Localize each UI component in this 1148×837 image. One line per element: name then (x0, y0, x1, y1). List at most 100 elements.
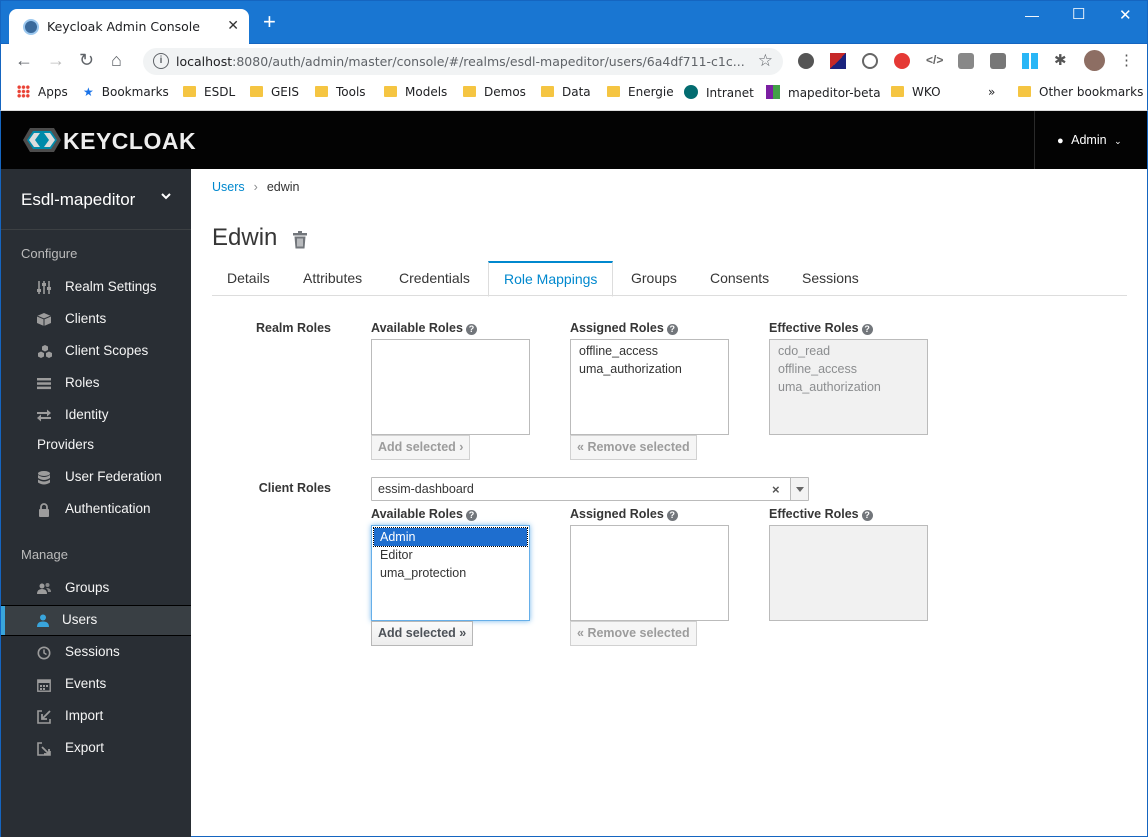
tab-details[interactable]: Details (212, 261, 285, 296)
sidebar-item-export[interactable]: Export (1, 733, 191, 764)
tab-groups[interactable]: Groups (616, 261, 692, 296)
user-menu[interactable]: ● Admin ⌄ (1034, 111, 1148, 169)
client-available-roles-list[interactable]: Admin Editor uma_protection (371, 525, 530, 621)
bookmark-tools[interactable]: Tools (315, 85, 366, 99)
maximize-icon[interactable]: ☐ (1072, 5, 1085, 23)
realm-remove-selected-button[interactable]: « Remove selected (570, 435, 697, 460)
sidebar-item-label: Sessions (65, 644, 120, 659)
sidebar-item-realm-settings[interactable]: Realm Settings (1, 272, 191, 303)
bookmarks-overflow-icon[interactable]: » (988, 85, 995, 99)
extensions-puzzle-icon[interactable]: ✱ (1054, 53, 1070, 69)
bookmark-intranet[interactable]: Intranet (684, 85, 754, 100)
list-item-selected[interactable]: Admin (373, 527, 528, 547)
sidebar-item-label: Users (62, 612, 98, 627)
sidebar-item-sessions[interactable]: Sessions (1, 637, 191, 668)
sidebar-item-users[interactable]: Users (1, 605, 191, 636)
realm-selector[interactable]: Esdl-mapeditor (1, 169, 191, 230)
bookmark-demos[interactable]: Demos (463, 85, 526, 99)
reload-icon[interactable]: ↻ (79, 50, 94, 70)
bookmark-geis[interactable]: GEIS (250, 85, 299, 99)
home-icon[interactable]: ⌂ (111, 50, 122, 70)
sidebar-item-groups[interactable]: Groups (1, 573, 191, 604)
bookmark-data[interactable]: Data (541, 85, 591, 99)
folder-icon (607, 86, 620, 97)
tab-consents[interactable]: Consents (695, 261, 784, 296)
sidebar-item-label: Export (65, 740, 105, 755)
sidebar-item-client-scopes[interactable]: Client Scopes (1, 336, 191, 367)
help-icon[interactable]: ? (861, 510, 873, 521)
cubes-icon (37, 345, 52, 358)
sidebar-item-user-federation[interactable]: User Federation (1, 462, 191, 493)
tab-sessions[interactable]: Sessions (787, 261, 874, 296)
site-info-icon[interactable]: i (153, 53, 169, 69)
breadcrumb-separator-icon: › (253, 180, 258, 194)
new-tab-button[interactable]: + (263, 11, 276, 33)
realm-available-roles-list[interactable] (371, 339, 530, 435)
client-effective-roles-label: Effective Roles? (769, 507, 873, 521)
extension-circle-icon[interactable] (798, 53, 814, 69)
browser-tab[interactable]: Keycloak Admin Console ✕ (9, 9, 249, 45)
tab-credentials[interactable]: Credentials (384, 261, 485, 296)
list-item[interactable]: uma_protection (374, 564, 527, 582)
profile-avatar[interactable] (1084, 50, 1105, 71)
realm-effective-roles-label: Effective Roles? (769, 321, 873, 335)
client-add-selected-button[interactable]: Add selected » (371, 621, 474, 646)
tab-close-icon[interactable]: ✕ (227, 17, 239, 34)
extension-ring-icon[interactable] (862, 53, 878, 69)
extension-screen-icon[interactable] (958, 53, 974, 69)
clear-icon[interactable]: × (772, 482, 780, 497)
tab-role-mappings[interactable]: Role Mappings (488, 261, 614, 297)
sidebar-item-clients[interactable]: Clients (1, 304, 191, 335)
bookmark-bookmarks[interactable]: ★ Bookmarks (83, 85, 169, 99)
sidebar-item-authentication[interactable]: Authentication (1, 494, 191, 525)
sidebar-item-import[interactable]: Import (1, 701, 191, 732)
realm-add-selected-button[interactable]: Add selected › (371, 435, 471, 460)
bookmark-energie[interactable]: Energie (607, 85, 674, 99)
sidebar: Esdl-mapeditor Configure Realm Settings … (0, 169, 191, 837)
extension-camera-icon[interactable] (990, 53, 1006, 69)
exchange-icon (37, 409, 51, 422)
address-bar[interactable]: i localhost:8080/auth/admin/master/conso… (143, 48, 783, 75)
client-assigned-roles-list[interactable] (570, 525, 729, 621)
list-item[interactable]: uma_authorization (573, 360, 726, 378)
cube-icon (37, 313, 51, 326)
minimize-icon[interactable]: — (1025, 7, 1039, 23)
bookmark-other[interactable]: Other bookmarks (1018, 85, 1143, 99)
realm-assigned-roles-list[interactable]: offline_access uma_authorization (570, 339, 729, 435)
extension-windows-icon[interactable] (1022, 53, 1038, 69)
extension-stop-icon[interactable] (894, 53, 910, 69)
lock-icon (37, 503, 51, 517)
bookmark-apps[interactable]: Apps (17, 85, 68, 99)
chevron-down-icon[interactable] (790, 478, 808, 500)
sidebar-item-events[interactable]: Events (1, 669, 191, 700)
folder-icon (315, 86, 328, 97)
bookmark-esdl[interactable]: ESDL (183, 85, 235, 99)
browser-menu-icon[interactable]: ⋮ (1119, 53, 1135, 69)
close-window-icon[interactable]: ✕ (1119, 6, 1132, 24)
help-icon[interactable]: ? (861, 324, 873, 335)
extension-flag-icon[interactable] (830, 53, 846, 69)
sidebar-item-roles[interactable]: Roles (1, 368, 191, 399)
breadcrumb-users-link[interactable]: Users (212, 180, 245, 194)
browser-toolbar: ← → ↻ ⌂ i localhost:8080/auth/admin/mast… (0, 44, 1148, 78)
forward-icon[interactable]: → (47, 50, 65, 70)
bookmark-star-icon[interactable]: ☆ (758, 51, 773, 71)
help-icon[interactable]: ? (666, 510, 678, 521)
sidebar-item-label: Groups (65, 580, 110, 595)
list-item[interactable]: offline_access (573, 342, 726, 360)
tab-attributes[interactable]: Attributes (288, 261, 377, 296)
sidebar-item-identity-providers[interactable]: Identity Providers (1, 400, 191, 452)
client-select[interactable]: essim-dashboard × (371, 477, 809, 501)
help-icon[interactable]: ? (666, 324, 678, 335)
bookmark-models[interactable]: Models (384, 85, 447, 99)
client-remove-selected-button[interactable]: « Remove selected (570, 621, 697, 646)
trash-icon[interactable] (292, 231, 308, 249)
back-icon[interactable]: ← (15, 50, 33, 70)
realm-effective-roles-list: cdo_read offline_access uma_authorizatio… (769, 339, 928, 435)
list-item[interactable]: Editor (374, 546, 527, 564)
help-icon[interactable]: ? (465, 510, 477, 521)
help-icon[interactable]: ? (465, 324, 477, 335)
bookmark-mapeditor-beta[interactable]: mapeditor-beta (766, 85, 881, 100)
extension-code-icon[interactable]: </> (926, 53, 943, 69)
bookmark-wko[interactable]: WKO (891, 85, 941, 99)
